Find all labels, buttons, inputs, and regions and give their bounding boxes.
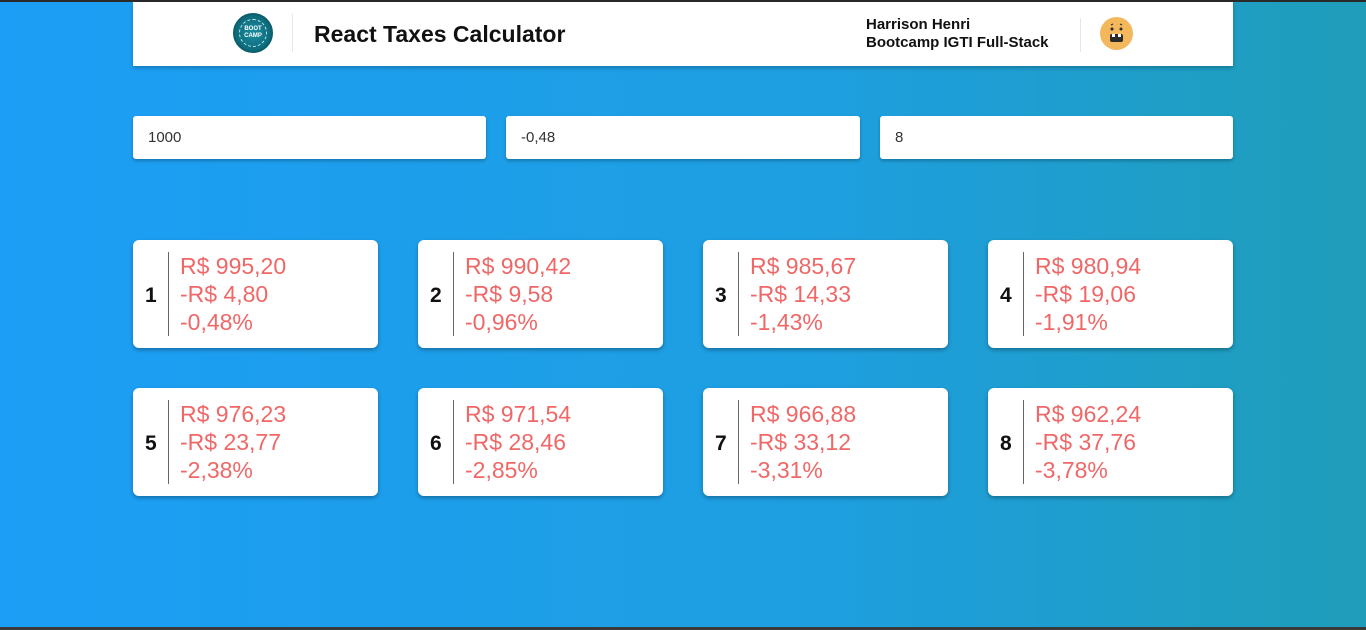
installment-number: 5 [145,432,157,455]
header-divider-right [1080,18,1081,52]
author-info: Harrison Henri Bootcamp IGTI Full-Stack [866,16,1049,52]
card-divider [453,252,454,336]
card-divider [453,400,454,484]
installment-difference: -R$ 28,46 [465,429,567,455]
installment-percent: -2,85% [465,457,538,483]
installment-difference: -R$ 14,33 [750,281,852,307]
installment-number: 4 [1000,284,1012,307]
installment-difference: -R$ 23,77 [180,429,282,455]
installment-values: R$ 990,42 -R$ 9,58 -0,96% [465,252,571,336]
installment-percent: -2,38% [180,457,253,483]
installment-difference: -R$ 4,80 [180,281,269,307]
installment-percent: -1,43% [750,309,823,335]
monthly-rate-input[interactable] [506,116,860,159]
installment-card: 3 R$ 985,67 -R$ 14,33 -1,43% [703,240,948,348]
installment-number: 8 [1000,432,1012,455]
installment-percent: -3,31% [750,457,823,483]
installment-percent: -3,78% [1035,457,1108,483]
installment-card: 1 R$ 995,20 -R$ 4,80 -0,48% [133,240,378,348]
installment-difference: -R$ 19,06 [1035,281,1137,307]
app-header: BOOT CAMP React Taxes Calculator Harriso… [133,2,1233,66]
installment-percent: -0,48% [180,309,253,335]
installment-amount: R$ 985,67 [750,253,857,279]
installment-card: 2 R$ 990,42 -R$ 9,58 -0,96% [418,240,663,348]
installment-number: 3 [715,284,727,307]
installment-amount: R$ 976,23 [180,401,287,427]
card-divider [1023,252,1024,336]
card-divider [738,400,739,484]
installment-values: R$ 976,23 -R$ 23,77 -2,38% [180,400,286,484]
initial-value-input[interactable] [133,116,486,159]
installment-values: R$ 980,94 -R$ 19,06 -1,91% [1035,252,1141,336]
card-divider [738,252,739,336]
installment-number: 2 [430,284,442,307]
installment-values: R$ 995,20 -R$ 4,80 -0,48% [180,252,286,336]
installment-difference: -R$ 33,12 [750,429,852,455]
installment-percent: -0,96% [465,309,538,335]
installment-card: 8 R$ 962,24 -R$ 37,76 -3,78% [988,388,1233,496]
installment-difference: -R$ 9,58 [465,281,554,307]
installment-amount: R$ 971,54 [465,401,572,427]
installment-values: R$ 966,88 -R$ 33,12 -3,31% [750,400,856,484]
installment-number: 1 [145,284,157,307]
installment-values: R$ 971,54 -R$ 28,46 -2,85% [465,400,571,484]
logo-text: BOOT CAMP [239,19,267,47]
installment-number: 7 [715,432,727,455]
installment-values: R$ 962,24 -R$ 37,76 -3,78% [1035,400,1141,484]
installment-card: 7 R$ 966,88 -R$ 33,12 -3,31% [703,388,948,496]
page-title: React Taxes Calculator [314,21,566,47]
installment-difference: -R$ 37,76 [1035,429,1137,455]
installment-amount: R$ 962,24 [1035,401,1142,427]
card-divider [1023,400,1024,484]
installment-amount: R$ 990,42 [465,253,572,279]
installment-card: 6 R$ 971,54 -R$ 28,46 -2,85% [418,388,663,496]
installment-amount: R$ 966,88 [750,401,857,427]
months-input[interactable] [880,116,1233,159]
installment-amount: R$ 980,94 [1035,253,1142,279]
installment-percent: -1,91% [1035,309,1108,335]
installment-values: R$ 985,67 -R$ 14,33 -1,43% [750,252,856,336]
installment-number: 6 [430,432,442,455]
emoji-avatar-icon [1100,17,1133,50]
installment-amount: R$ 995,20 [180,253,287,279]
author-name: Harrison Henri [866,16,971,33]
author-subtitle: Bootcamp IGTI Full-Stack [866,34,1049,51]
installment-card: 4 R$ 980,94 -R$ 19,06 -1,91% [988,240,1233,348]
bootcamp-logo-icon: BOOT CAMP [233,13,273,53]
card-divider [168,252,169,336]
card-divider [168,400,169,484]
installment-card: 5 R$ 976,23 -R$ 23,77 -2,38% [133,388,378,496]
header-divider [292,14,293,52]
